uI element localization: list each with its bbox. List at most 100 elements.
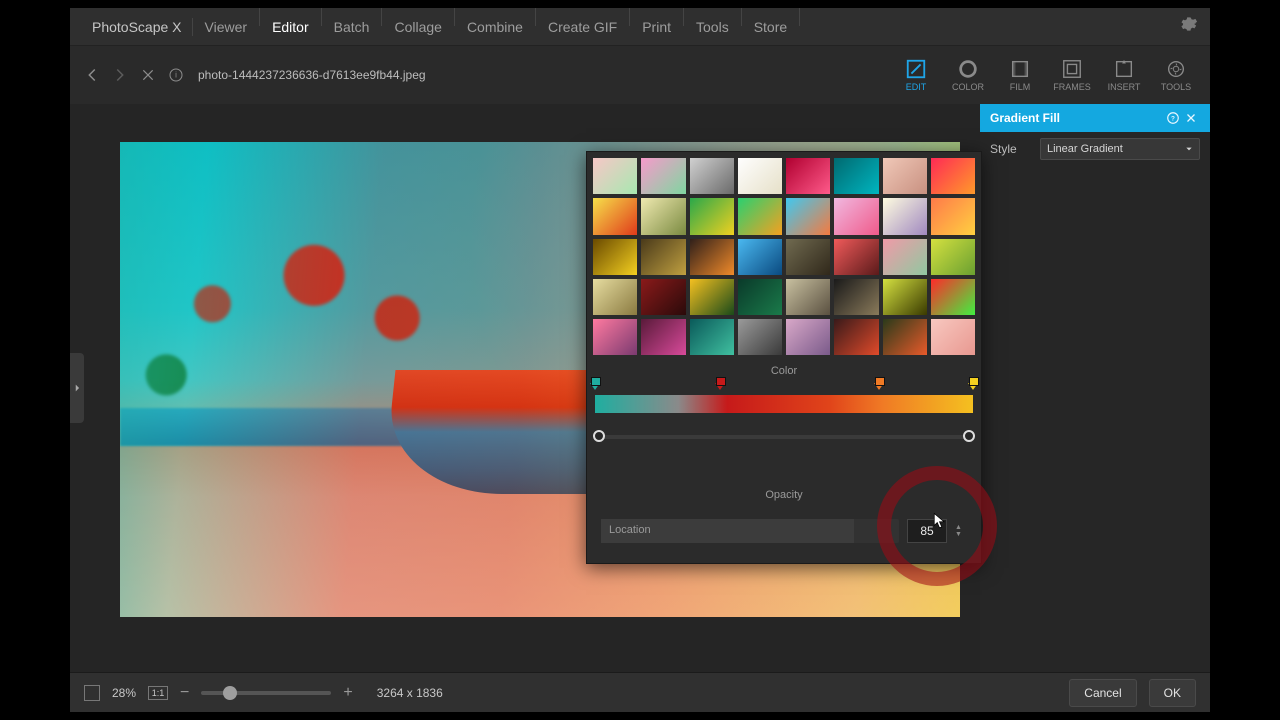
gradient-preset[interactable]	[931, 239, 975, 275]
gradient-preset[interactable]	[883, 239, 927, 275]
tool-edit[interactable]: EDIT	[892, 58, 940, 92]
gradient-stop[interactable]	[968, 383, 978, 395]
gradient-preset[interactable]	[883, 319, 927, 355]
gradient-preset[interactable]	[786, 319, 830, 355]
gradient-bar[interactable]	[595, 395, 973, 413]
frames-icon	[1061, 58, 1083, 80]
zoom-out-button[interactable]: −	[180, 684, 189, 702]
gradient-stop[interactable]	[715, 383, 725, 395]
gradient-preset[interactable]	[738, 319, 782, 355]
gradient-preset[interactable]	[883, 279, 927, 315]
tab-store[interactable]: Store	[742, 8, 799, 46]
tool-film[interactable]: FILM	[996, 58, 1044, 92]
chevron-right-icon	[72, 383, 82, 393]
zoom-100-button[interactable]: 1:1	[148, 686, 168, 700]
style-value: Linear Gradient	[1047, 143, 1123, 155]
gradient-preset[interactable]	[641, 158, 685, 194]
panel-close-button[interactable]	[1182, 109, 1200, 127]
gradient-preset[interactable]	[883, 158, 927, 194]
angle-handle-start[interactable]	[593, 430, 605, 442]
location-value-field[interactable]: 85	[907, 519, 947, 543]
style-select[interactable]: Linear Gradient	[1040, 138, 1200, 160]
zoom-slider[interactable]	[201, 691, 331, 695]
panel-help-button[interactable]: ?	[1164, 109, 1182, 127]
gradient-preset[interactable]	[883, 198, 927, 234]
gradient-preset[interactable]	[690, 239, 734, 275]
angle-handle-end[interactable]	[963, 430, 975, 442]
tab-create-gif[interactable]: Create GIF	[536, 8, 629, 46]
tab-combine[interactable]: Combine	[455, 8, 535, 46]
gradient-preset[interactable]	[593, 239, 637, 275]
gear-icon	[1178, 14, 1198, 34]
status-bar: 28% 1:1 − + 3264 x 1836 Cancel OK	[70, 672, 1210, 712]
info-button[interactable]: i	[164, 63, 188, 87]
location-label: Location	[609, 524, 651, 536]
gradient-preset[interactable]	[593, 319, 637, 355]
gradient-stop[interactable]	[590, 383, 600, 395]
gradient-preset[interactable]	[834, 279, 878, 315]
tool-insert[interactable]: INSERT	[1100, 58, 1148, 92]
main-area: Gradient Fill ? Style Linear Gradient Co…	[70, 104, 1210, 672]
gradient-preset[interactable]	[738, 158, 782, 194]
tab-tools[interactable]: Tools	[684, 8, 741, 46]
insert-icon	[1113, 58, 1135, 80]
gradient-preset[interactable]	[690, 279, 734, 315]
gradient-preset[interactable]	[738, 239, 782, 275]
back-button[interactable]	[80, 63, 104, 87]
gradient-preset[interactable]	[641, 319, 685, 355]
gradient-preset[interactable]	[690, 198, 734, 234]
gradient-preset[interactable]	[834, 319, 878, 355]
gradient-preset[interactable]	[786, 239, 830, 275]
arrow-right-icon	[111, 66, 129, 84]
sidebar-toggle[interactable]	[70, 353, 84, 423]
forward-button[interactable]	[108, 63, 132, 87]
gradient-preset[interactable]	[834, 158, 878, 194]
file-name: photo-1444237236636-d7613ee9fb44.jpeg	[198, 68, 426, 82]
settings-button[interactable]	[1178, 14, 1198, 39]
angle-bar[interactable]	[599, 435, 969, 439]
gradient-preset[interactable]	[641, 198, 685, 234]
gradient-preset[interactable]	[593, 158, 637, 194]
gradient-preset[interactable]	[786, 198, 830, 234]
image-dimensions: 3264 x 1836	[377, 686, 443, 700]
gradient-preset[interactable]	[931, 198, 975, 234]
gradient-preset[interactable]	[738, 279, 782, 315]
top-nav: PhotoScape X ViewerEditorBatchCollageCom…	[70, 8, 1210, 46]
gradient-preset[interactable]	[834, 198, 878, 234]
ok-button[interactable]: OK	[1149, 679, 1196, 707]
close-icon	[1185, 112, 1197, 124]
tool-color[interactable]: COLOR	[944, 58, 992, 92]
gradient-preset[interactable]	[786, 279, 830, 315]
tool-toolstab[interactable]: TOOLS	[1152, 58, 1200, 92]
tab-viewer[interactable]: Viewer	[193, 8, 260, 46]
gradient-preset[interactable]	[931, 279, 975, 315]
gradient-preset[interactable]	[931, 319, 975, 355]
style-label: Style	[990, 142, 1040, 156]
gradient-preset[interactable]	[641, 279, 685, 315]
gradient-preset[interactable]	[641, 239, 685, 275]
gradient-preset[interactable]	[931, 158, 975, 194]
gradient-preset[interactable]	[834, 239, 878, 275]
tab-collage[interactable]: Collage	[382, 8, 453, 46]
location-stepper[interactable]: ▲▼	[955, 524, 967, 538]
color-section-label: Color	[593, 365, 975, 377]
gradient-preset[interactable]	[593, 279, 637, 315]
edit-icon	[905, 58, 927, 80]
tab-print[interactable]: Print	[630, 8, 683, 46]
gradient-preset[interactable]	[690, 319, 734, 355]
location-slider[interactable]: Location	[601, 519, 899, 543]
gradient-preset[interactable]	[738, 198, 782, 234]
zoom-in-button[interactable]: +	[343, 684, 352, 702]
zoom-knob[interactable]	[223, 686, 237, 700]
gradient-preset[interactable]	[690, 158, 734, 194]
gradient-preset[interactable]	[593, 198, 637, 234]
cancel-button[interactable]: Cancel	[1069, 679, 1136, 707]
tab-editor[interactable]: Editor	[260, 8, 321, 46]
close-file-button[interactable]	[136, 63, 160, 87]
tool-frames[interactable]: FRAMES	[1048, 58, 1096, 92]
compare-toggle[interactable]	[84, 685, 100, 701]
gradient-preset[interactable]	[786, 158, 830, 194]
tab-batch[interactable]: Batch	[322, 8, 382, 46]
location-row: Location 85 ▲▼	[593, 519, 975, 543]
gradient-stop[interactable]	[874, 383, 884, 395]
